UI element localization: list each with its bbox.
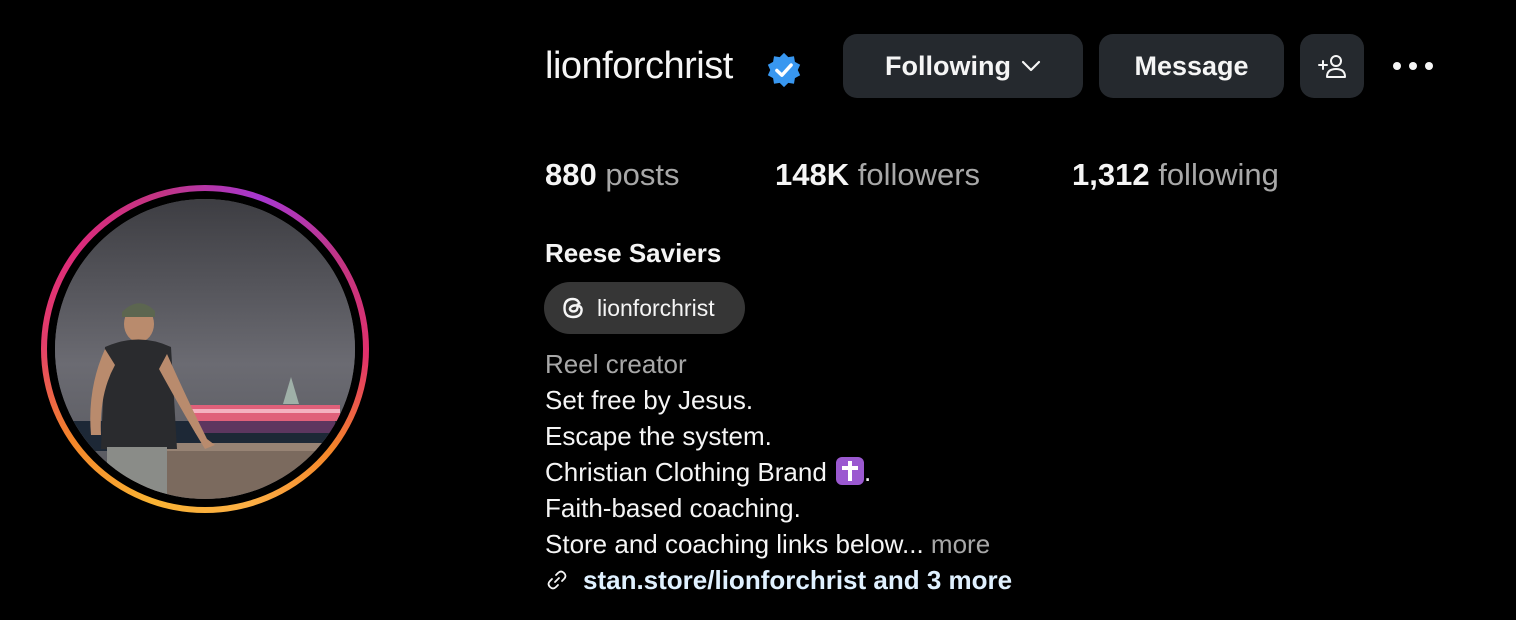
bio-more-link[interactable]: more <box>931 529 990 559</box>
threads-profile-link[interactable]: lionforchrist <box>544 282 745 334</box>
threads-handle: lionforchrist <box>597 294 715 321</box>
message-button[interactable]: Message <box>1099 34 1284 98</box>
following-count: 1,312 <box>1072 157 1150 192</box>
profile-username: lionforchrist <box>545 45 733 87</box>
following-button-label: Following <box>885 50 1011 81</box>
followers-count-stat[interactable]: 148K followers <box>775 155 980 195</box>
message-button-label: Message <box>1134 50 1249 81</box>
followers-count: 148K <box>775 157 850 192</box>
more-options-icon[interactable] <box>1388 52 1438 80</box>
add-person-icon <box>1316 52 1348 80</box>
threads-icon <box>558 293 588 323</box>
profile-avatar-story-ring[interactable] <box>41 185 369 513</box>
avatar-photo-image <box>55 199 355 499</box>
external-links[interactable]: stan.store/lionforchrist and 3 more <box>545 563 1012 597</box>
avatar[interactable] <box>55 199 355 499</box>
followers-label: followers <box>857 157 981 192</box>
avatar-ring-gap <box>47 191 363 507</box>
bio-line-truncated: Store and coaching links below... more <box>545 527 990 561</box>
bio-line-suffix: . <box>864 457 872 487</box>
bio-line: Faith-based coaching. <box>545 493 801 523</box>
external-link-text: stan.store/lionforchrist and 3 more <box>583 564 1013 595</box>
following-button[interactable]: Following <box>843 34 1083 98</box>
posts-count-stat: 880 posts <box>545 155 679 195</box>
following-count-stat[interactable]: 1,312 following <box>1072 155 1279 195</box>
latin-cross-emoji-icon <box>836 457 865 485</box>
following-label: following <box>1158 157 1279 192</box>
bio-line: Escape the system. <box>545 421 772 451</box>
profile-category: Reel creator <box>545 349 687 379</box>
bio-line: Set free by Jesus. <box>545 385 754 415</box>
verified-badge-icon <box>765 51 803 89</box>
bio-line-text: Store and coaching links below... <box>545 529 924 559</box>
bio-line-text: Christian Clothing Brand <box>545 457 827 487</box>
chevron-down-icon <box>1021 59 1041 73</box>
bio-line-with-emoji: Christian Clothing Brand . <box>545 455 871 489</box>
suggested-accounts-button[interactable] <box>1300 34 1364 98</box>
link-icon <box>545 568 569 592</box>
profile-full-name: Reese Saviers <box>545 238 722 268</box>
posts-count: 880 <box>545 157 597 192</box>
posts-label: posts <box>605 157 680 192</box>
